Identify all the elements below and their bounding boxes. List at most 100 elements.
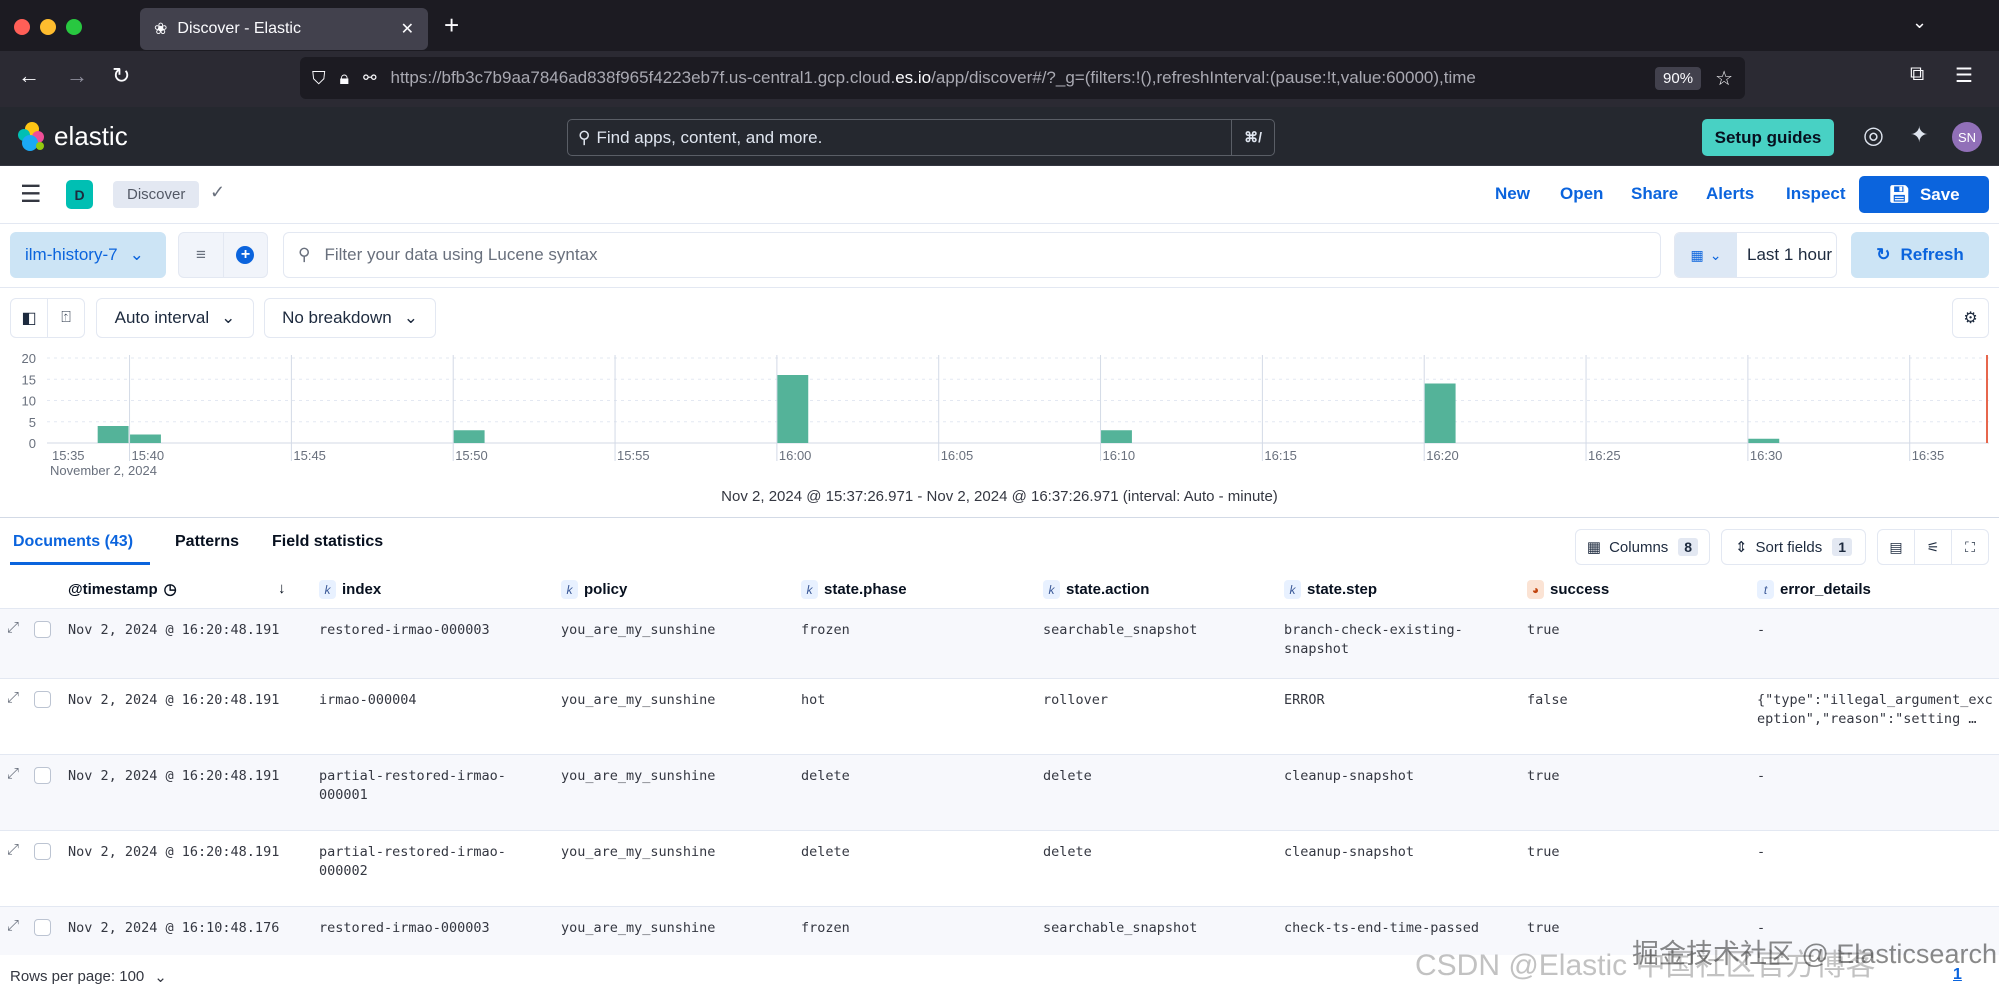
shield-icon[interactable]: ⛉ (312, 68, 326, 89)
tab-patterns[interactable]: Patterns (175, 533, 239, 551)
cell-policy: you_are_my_sunshine (561, 622, 716, 638)
share-link[interactable]: Share (1631, 184, 1678, 204)
column-header-statestep[interactable]: k state.step (1284, 580, 1377, 599)
tab-field-statistics[interactable]: Field statistics (272, 533, 383, 551)
sort-fields-button[interactable]: ⇕ Sort fields 1 (1721, 529, 1866, 565)
close-tab-icon[interactable]: ✕ (401, 19, 414, 39)
table-row[interactable]: ⤢ Nov 2, 2024 @ 16:20:48.191 partial-resto… (0, 830, 1999, 906)
column-header-error-details[interactable]: t error_details (1757, 580, 1871, 599)
row-checkbox[interactable] (34, 767, 51, 784)
histogram-chart[interactable]: 0 5 10 15 20 15:35 15:40 15:45 15:50 15:55 16:00 16… (0, 345, 1999, 480)
x-tick-label: 16:30 (1750, 448, 1783, 463)
inspect-link[interactable]: Inspect (1786, 184, 1846, 204)
browser-tab[interactable]: ❀ Discover - Elastic ✕ (140, 8, 428, 50)
forward-icon[interactable]: → (66, 63, 88, 89)
row-checkbox[interactable] (34, 843, 51, 860)
calendar-quick-menu[interactable]: ▦ ⌄ (1675, 233, 1737, 277)
cell-statestep: branch-check-existing-snapshot (1284, 622, 1463, 657)
sort-icon: ⇕ (1734, 539, 1748, 556)
cell-stateaction: delete (1043, 768, 1092, 784)
expand-row-icon[interactable]: ⤢ (7, 765, 19, 782)
extensions-icon[interactable]: ⧉ (1910, 63, 1924, 86)
maximize-window-button[interactable] (66, 19, 82, 35)
alerts-link[interactable]: Alerts (1706, 184, 1754, 204)
reload-icon[interactable]: ↻ (112, 63, 130, 89)
browser-menu-icon[interactable]: ☰ (1955, 63, 1973, 88)
save-button[interactable]: 💾︎ Save (1859, 176, 1989, 213)
columns-button[interactable]: ▦ Columns 8 (1575, 529, 1710, 565)
columns-label: Columns (1609, 538, 1669, 556)
column-header-index[interactable]: k index (319, 580, 381, 599)
lock-icon[interactable]: 🔒︎ (340, 68, 350, 89)
expand-row-icon[interactable]: ⤢ (7, 689, 19, 706)
column-header-statephase[interactable]: k state.phase (801, 580, 907, 599)
table-row[interactable]: ⤢ Nov 2, 2024 @ 16:20:48.191 irmao-000004 y… (0, 678, 1999, 754)
column-header-policy[interactable]: k policy (561, 580, 627, 599)
address-bar[interactable]: ⛉ 🔒︎ ⚯ https://bfb3c7b9aa7846ad838f965f4… (300, 57, 1745, 99)
new-tab-button[interactable]: + (444, 10, 459, 41)
column-header-success[interactable]: ◕ success (1527, 580, 1609, 599)
expand-row-icon[interactable]: ⤢ (7, 619, 19, 636)
filter-menu-icon[interactable]: ≡ (179, 245, 223, 265)
global-search-input[interactable]: ⚲ Find apps, content, and more. ⌘/ (567, 119, 1275, 156)
toggle-sidebar-icon[interactable]: ◧ (10, 298, 48, 338)
expand-row-icon[interactable]: ⤢ (7, 917, 19, 934)
collapse-chart-icon[interactable]: ⍐ (47, 298, 85, 338)
active-tab-underline (10, 562, 150, 565)
column-header-timestamp[interactable]: @timestamp ◷ (68, 580, 177, 599)
histogram-bar (453, 430, 485, 443)
row-checkbox[interactable] (34, 621, 51, 638)
clock-icon: ◷ (163, 581, 177, 598)
cell-statestep: ERROR (1284, 692, 1325, 708)
table-row[interactable]: ⤢ Nov 2, 2024 @ 16:20:48.191 restored-irma… (0, 608, 1999, 678)
cell-error-details: - (1757, 622, 1766, 638)
setup-guides-button[interactable]: Setup guides (1702, 119, 1834, 156)
open-link[interactable]: Open (1560, 184, 1603, 204)
row-checkbox[interactable] (34, 691, 51, 708)
url-prefix: https://bfb3c7b9aa7846ad838f965f4223eb7f… (390, 68, 896, 87)
query-input[interactable]: ⚲ Filter your data using Lucene syntax (283, 232, 1661, 278)
cell-statephase: hot (801, 692, 826, 708)
close-window-button[interactable] (14, 19, 30, 35)
breakdown-selector[interactable]: No breakdown ⌄ (264, 298, 436, 338)
fullscreen-icon[interactable]: ⛶ (1951, 529, 1989, 565)
breadcrumb-discover[interactable]: Discover (113, 181, 200, 208)
hamburger-menu-icon[interactable]: ☰ (20, 180, 42, 209)
minimize-window-button[interactable] (40, 19, 56, 35)
add-filter-button[interactable]: + (222, 233, 267, 277)
column-header-stateaction[interactable]: k state.action (1043, 580, 1149, 599)
tab-documents[interactable]: Documents (43) (13, 533, 133, 551)
zoom-level[interactable]: 90% (1655, 66, 1702, 90)
user-avatar[interactable]: SN (1952, 122, 1982, 152)
refresh-button[interactable]: ↻ Refresh (1851, 232, 1989, 278)
new-link[interactable]: New (1495, 184, 1530, 204)
sort-descending-icon[interactable]: ↓ (278, 580, 286, 597)
chart-options-icon[interactable]: ⚙ (1952, 298, 1989, 338)
row-checkbox[interactable] (34, 919, 51, 936)
search-placeholder: Find apps, content, and more. (596, 127, 823, 147)
column-label: error_details (1780, 581, 1871, 598)
url-text[interactable]: https://bfb3c7b9aa7846ad838f965f4223eb7f… (390, 68, 1641, 88)
back-icon[interactable]: ← (18, 63, 40, 89)
news-party-icon[interactable]: ✦ (1910, 122, 1928, 148)
interval-label: Auto interval (114, 308, 210, 327)
expand-row-icon[interactable]: ⤢ (7, 841, 19, 858)
date-picker[interactable]: ▦ ⌄ Last 1 hour (1674, 232, 1837, 278)
cell-index: partial-restored-irmao-000002 (319, 844, 506, 879)
space-avatar[interactable]: D (66, 180, 93, 209)
data-view-picker[interactable]: ilm-history-7 ⌄ (10, 232, 166, 278)
x-tick-label: 15:50 (455, 448, 488, 463)
interval-selector[interactable]: Auto interval ⌄ (96, 298, 254, 338)
rows-per-page-selector[interactable]: Rows per page: 100 ⌄ (10, 968, 167, 986)
cell-policy: you_are_my_sunshine (561, 768, 716, 784)
display-settings-icon[interactable]: ⚟ (1914, 529, 1952, 565)
text-type-icon: t (1757, 580, 1774, 599)
elastic-logo[interactable]: elastic (16, 120, 128, 152)
tab-list-chevron-icon[interactable]: ⌄ (1912, 12, 1927, 33)
density-icon[interactable]: ▤ (1877, 529, 1915, 565)
date-range-label[interactable]: Last 1 hour (1737, 245, 1832, 265)
help-lifebuoy-icon[interactable]: ◎ (1863, 121, 1884, 150)
permissions-icon[interactable]: ⚯ (363, 68, 376, 88)
bookmark-star-icon[interactable]: ☆ (1715, 66, 1733, 91)
table-row[interactable]: ⤢ Nov 2, 2024 @ 16:20:48.191 partial-resto… (0, 754, 1999, 830)
